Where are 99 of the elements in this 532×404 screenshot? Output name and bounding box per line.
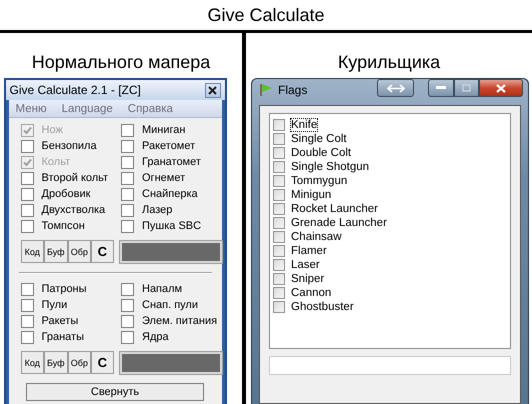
checkbox[interactable] [273,273,285,285]
minimize-button[interactable] [428,79,454,97]
close-icon [208,86,217,94]
maximize-icon [462,84,471,92]
checkbox-label: Single Colt [290,132,348,146]
checkbox-label: Minigun [290,188,332,202]
checkbox[interactable] [121,124,134,136]
checkbox[interactable] [20,314,34,328]
checkbox-label: Knife [290,118,318,132]
checkbox[interactable] [121,204,134,216]
checkbox[interactable] [121,140,134,152]
checkbox-label: Chainsaw [290,230,342,244]
checkbox[interactable] [121,282,134,296]
resize-button[interactable] [377,79,414,97]
checkbox[interactable] [20,172,34,184]
checkbox-label: Второй кольт [42,172,108,184]
checkbox[interactable] [121,172,134,184]
checkbox-label: Гранаты [42,331,84,343]
action-button[interactable]: C [91,240,114,263]
minimize-icon [436,86,446,90]
checkbox-label: Гранатомет [142,156,201,168]
close-button[interactable] [204,82,220,98]
page-title: Give Calculate [207,4,325,26]
checkbox-label: Пули [42,299,68,311]
checkbox[interactable] [273,133,285,145]
checkbox[interactable] [121,330,134,344]
checkbox[interactable] [121,220,134,232]
window-title: Flags [278,83,308,97]
checkbox-label: Flamer [290,244,328,258]
checkbox-label: Двухстволка [42,204,106,216]
column-caption: Курильщика [338,51,440,73]
menu-item[interactable]: Language [62,102,113,114]
checkbox[interactable] [20,204,34,216]
checkbox[interactable] [273,217,285,229]
checkbox-label: Снап. пули [142,299,198,311]
action-button[interactable]: Код [20,240,44,263]
menu-item[interactable]: Меню [16,102,47,114]
checkbox-label: Rocket Launcher [290,202,379,216]
checkbox-label: Cannon [290,286,332,300]
checkbox[interactable] [121,298,134,312]
checkbox-label: Ракетомет [142,140,196,152]
checkbox-label: Ядра [142,331,169,343]
checkbox-label: Миниган [142,124,186,136]
checkbox-label: Лазер [142,204,172,216]
checkbox[interactable] [20,220,34,232]
checkbox[interactable] [273,287,285,299]
checkbox-label: Sniper [290,272,326,286]
checkbox-label: Бензопила [42,140,97,152]
checkbox-label: Патроны [42,283,87,295]
text-field[interactable] [269,356,511,375]
action-button[interactable]: C [91,351,114,374]
checkbox-label: Кольт [42,156,70,168]
checkbox[interactable] [273,161,285,173]
checkbox-label: Элем. питания [142,315,218,327]
checkbox[interactable] [273,189,285,201]
checkbox-label: Laser [290,258,321,272]
checkbox[interactable] [273,147,285,159]
checkbox[interactable] [20,282,34,296]
checkbox-label: Ракеты [42,315,78,327]
maximize-button[interactable] [454,79,479,97]
action-button[interactable]: Обр [68,351,92,374]
checkbox[interactable] [273,203,285,215]
close-button[interactable] [479,79,523,97]
checkbox-label: Tommygun [290,174,348,188]
checkbox-label: Нож [42,124,63,136]
checkbox-label: Огнемет [142,172,186,184]
checkbox[interactable] [273,175,285,187]
menu-item[interactable]: Справка [128,102,173,114]
collapse-button[interactable]: Свернуть [26,383,204,401]
checkbox[interactable] [20,330,34,344]
checkbox[interactable] [20,188,34,200]
checkbox-label: Double Colt [290,146,352,160]
checkbox[interactable] [273,259,285,271]
action-button[interactable]: Код [20,351,44,374]
checkbox[interactable] [273,245,285,257]
checkbox-label: Grenade Launcher [290,216,388,230]
checkbox[interactable] [20,140,34,152]
checkbox-label: Томпсон [42,220,85,232]
checkbox-label: Ghostbuster [290,300,355,314]
action-button[interactable]: Обр [68,240,92,263]
checkbox[interactable] [121,188,134,200]
checkbox[interactable] [273,119,285,131]
action-button[interactable]: Буф [44,351,68,374]
checkbox[interactable] [20,298,34,312]
checkbox-label: Напалм [142,283,182,295]
checkbox-label: Дробовик [42,188,90,200]
window-title: Give Calculate 2.1 - [ZC] [10,83,141,97]
checkbox-label: Single Shotgun [290,160,370,174]
checkbox-label: Пушка SBC [142,220,202,232]
checkbox[interactable] [121,314,134,328]
checkbox[interactable] [273,231,285,243]
flag-icon [259,83,273,97]
checkbox[interactable] [121,156,134,168]
double-arrow-icon [386,84,404,92]
close-icon [496,84,506,92]
column-caption: Нормального мапера [32,51,210,73]
action-button[interactable]: Буф [44,240,68,263]
checkbox[interactable] [273,301,285,313]
checkbox-label: Снайперка [142,188,198,200]
